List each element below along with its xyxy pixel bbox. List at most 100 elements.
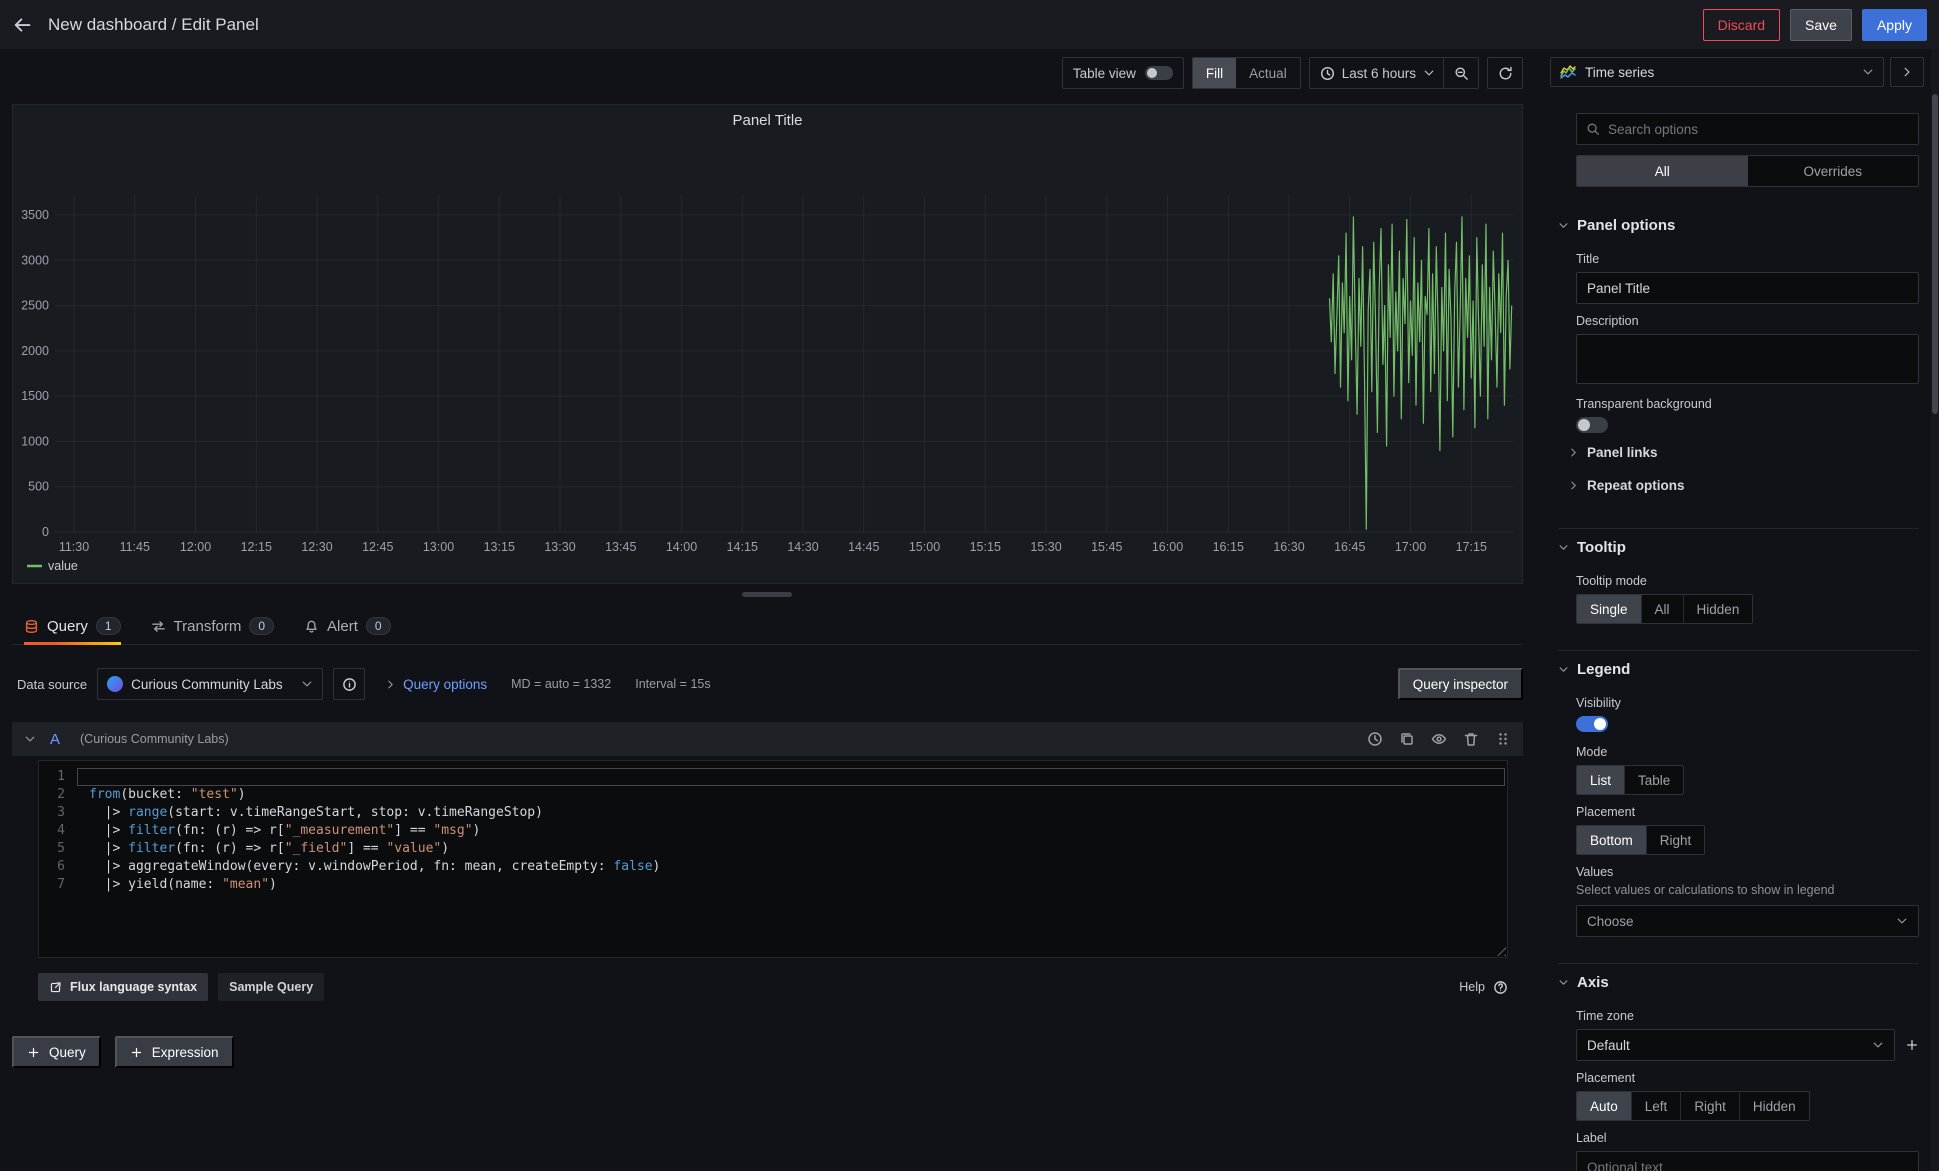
time-range-label[interactable]: Last 6 hours	[1342, 66, 1416, 81]
code-line: |> filter(fn: (r) => r["_measurement"] =…	[77, 822, 1507, 840]
splitter-grip[interactable]	[742, 592, 792, 597]
query-ref-id[interactable]: A	[50, 731, 60, 748]
current-line-highlight	[77, 768, 1505, 786]
transparent-background-toggle[interactable]	[1576, 417, 1608, 433]
repeat-options-row[interactable]: Repeat options	[1568, 469, 1919, 502]
help-circle-icon	[1493, 980, 1508, 995]
code-line: |> range(start: v.timeRangeStart, stop: …	[77, 804, 1507, 822]
legend-mode-list[interactable]: List	[1577, 766, 1624, 794]
query-inspector-button[interactable]: Query inspector	[1398, 668, 1523, 700]
actual-option[interactable]: Actual	[1236, 58, 1300, 88]
axis-label-input[interactable]	[1576, 1151, 1919, 1171]
legend-values-select[interactable]: Choose	[1576, 905, 1919, 937]
code-area[interactable]: from(bucket: "test") |> range(start: v.t…	[77, 761, 1507, 957]
svg-text:14:30: 14:30	[787, 540, 818, 554]
axis-placement-auto[interactable]: Auto	[1577, 1092, 1631, 1120]
visualization-picker[interactable]: Time series	[1550, 57, 1884, 87]
axis-placement-right[interactable]: Right	[1680, 1092, 1739, 1120]
svg-text:14:45: 14:45	[848, 540, 879, 554]
back-arrow-icon[interactable]	[12, 15, 32, 35]
search-input[interactable]	[1608, 122, 1909, 137]
tab-alert[interactable]: Alert 0	[304, 608, 391, 644]
timezone-select[interactable]: Default	[1576, 1029, 1895, 1061]
legend-mode-table[interactable]: Table	[1624, 766, 1683, 794]
legend-item[interactable]: value	[48, 559, 78, 573]
chevron-down-icon[interactable]	[1423, 67, 1435, 79]
scrollbar-thumb[interactable]	[1932, 94, 1938, 414]
svg-text:3500: 3500	[21, 208, 49, 222]
eye-icon[interactable]	[1431, 731, 1447, 747]
code-line: |> filter(fn: (r) => r["_field"] == "val…	[77, 840, 1507, 858]
sample-query-button[interactable]: Sample Query	[218, 973, 324, 1001]
legend-header[interactable]: Legend	[1558, 659, 1919, 686]
panel-options-title: Panel options	[1577, 217, 1675, 234]
axis-placement-hidden[interactable]: Hidden	[1739, 1092, 1809, 1120]
save-button[interactable]: Save	[1790, 9, 1852, 41]
trash-icon[interactable]	[1463, 731, 1479, 747]
tooltip-mode-all[interactable]: All	[1641, 595, 1683, 623]
datasource-help-button[interactable]	[333, 668, 365, 700]
transform-icon	[151, 619, 166, 634]
flux-code-editor[interactable]: 1234567 from(bucket: "test") |> range(st…	[38, 760, 1508, 958]
panel-options-header[interactable]: Panel options	[1558, 215, 1919, 242]
add-expression-button[interactable]: Expression	[115, 1036, 234, 1068]
tab-transform-badge: 0	[249, 617, 274, 635]
filter-overrides-tab[interactable]: Overrides	[1748, 156, 1919, 186]
interval-stat: Interval = 15s	[635, 677, 710, 691]
table-view-group: Table view	[1062, 57, 1184, 89]
svg-text:2000: 2000	[21, 344, 49, 358]
legend-placement-group: Bottom Right	[1576, 825, 1705, 855]
table-view-toggle[interactable]	[1145, 66, 1173, 80]
tooltip-mode-hidden[interactable]: Hidden	[1683, 595, 1753, 623]
legend-visibility-toggle[interactable]	[1576, 716, 1608, 732]
tab-query-label: Query	[47, 618, 88, 635]
code-line: |> yield(name: "mean")	[77, 876, 1507, 894]
zoom-out-icon[interactable]	[1444, 58, 1478, 88]
drag-grip-icon[interactable]	[1495, 731, 1511, 747]
help-label: Help	[1459, 980, 1485, 994]
legend-placement-right[interactable]: Right	[1646, 826, 1705, 854]
tab-query-badge: 1	[96, 617, 121, 635]
query-options-toggle[interactable]: Query options	[385, 677, 487, 692]
history-icon[interactable]	[1367, 731, 1383, 747]
tab-transform[interactable]: Transform 0	[151, 608, 274, 644]
panel-title-input[interactable]	[1576, 272, 1919, 304]
description-textarea[interactable]	[1576, 334, 1919, 384]
svg-text:1500: 1500	[21, 389, 49, 403]
filter-all-tab[interactable]: All	[1577, 156, 1748, 186]
svg-text:13:30: 13:30	[544, 540, 575, 554]
collapse-chevron-icon[interactable]	[24, 733, 36, 745]
help-button[interactable]: Help	[1459, 980, 1508, 995]
add-timezone-icon[interactable]	[1905, 1038, 1919, 1052]
query-row-header: A (Curious Community Labs)	[12, 722, 1523, 756]
tooltip-header[interactable]: Tooltip	[1558, 537, 1919, 564]
editor-tabs: Query 1 Transform 0 Alert 0	[12, 608, 1523, 645]
flux-syntax-button[interactable]: Flux language syntax	[38, 973, 208, 1001]
copy-icon[interactable]	[1399, 731, 1415, 747]
collapse-options-button[interactable]	[1890, 57, 1924, 87]
svg-text:14:00: 14:00	[666, 540, 697, 554]
add-query-label: Query	[49, 1045, 86, 1060]
refresh-icon[interactable]	[1488, 58, 1522, 88]
axis-placement-left[interactable]: Left	[1631, 1092, 1681, 1120]
datasource-label: Data source	[17, 677, 87, 692]
panel-links-row[interactable]: Panel links	[1568, 436, 1919, 469]
database-icon	[24, 619, 39, 634]
add-query-button[interactable]: Query	[12, 1036, 101, 1068]
legend-placement-bottom[interactable]: Bottom	[1577, 826, 1646, 854]
datasource-picker[interactable]: Curious Community Labs	[97, 668, 323, 700]
options-sidebar: Time series All Overrides	[1550, 49, 1939, 1171]
flux-syntax-label: Flux language syntax	[70, 980, 197, 994]
options-search[interactable]	[1576, 113, 1919, 145]
svg-text:15:00: 15:00	[909, 540, 940, 554]
tooltip-mode-single[interactable]: Single	[1577, 595, 1641, 623]
visualization-header: Time series	[1550, 57, 1939, 87]
tab-query[interactable]: Query 1	[24, 608, 121, 644]
discard-button[interactable]: Discard	[1703, 9, 1780, 41]
search-icon	[1586, 122, 1600, 136]
clock-icon	[1320, 66, 1335, 81]
datasource-row: Data source Curious Community Labs Query…	[12, 664, 1523, 704]
axis-header[interactable]: Axis	[1558, 972, 1919, 999]
fill-option[interactable]: Fill	[1193, 58, 1236, 88]
apply-button[interactable]: Apply	[1862, 9, 1927, 41]
